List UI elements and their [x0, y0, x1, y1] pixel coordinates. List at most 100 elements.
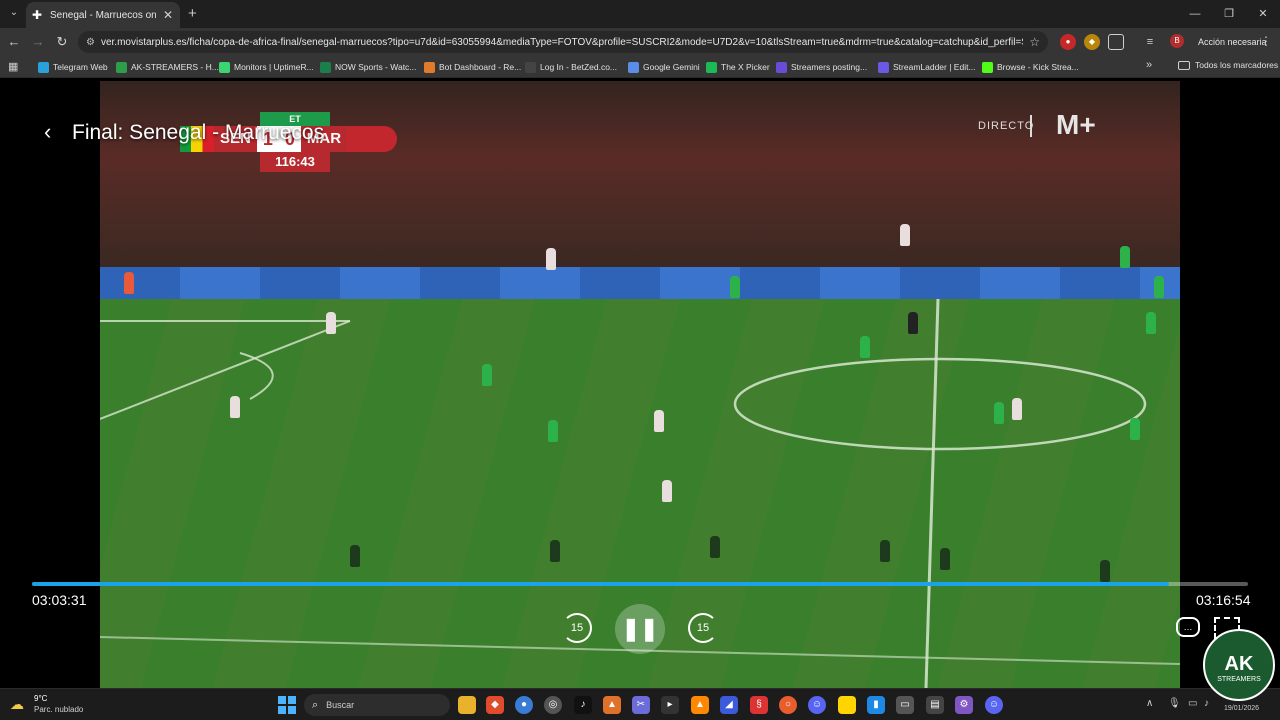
forward-icon[interactable]: →	[30, 34, 46, 50]
obs-icon[interactable]: ◎	[544, 696, 562, 714]
skip-back-15-button[interactable]: 15	[562, 613, 592, 643]
bookmark-item[interactable]: Bot Dashboard - Re...	[424, 60, 521, 74]
extension-adblock-icon[interactable]: ●	[1060, 34, 1076, 50]
video-frame: ET SEN 1 0 MAR 116:43	[100, 81, 1180, 688]
microphone-icon[interactable]: 🎙	[1168, 698, 1181, 709]
bookmark-favicon-icon	[424, 61, 435, 73]
app-icon-4[interactable]: ○	[779, 696, 797, 714]
bookmark-item[interactable]: Log In - BetZed.co...	[525, 60, 617, 74]
bookmark-star-icon[interactable]: ☆	[1029, 35, 1040, 49]
progress-bar[interactable]	[32, 582, 1248, 586]
url-text: ver.movistarplus.es/ficha/copa-de-africa…	[100, 36, 1024, 48]
morocco-flag-icon	[347, 126, 398, 152]
bookmark-item[interactable]: Monitors | UptimeR...	[219, 60, 314, 74]
discord-icon[interactable]: ☺	[808, 696, 826, 714]
bookmark-favicon-icon	[320, 61, 331, 73]
browser-tab-active[interactable]: ✚ Senegal - Marruecos online - M ✕	[26, 2, 180, 28]
tab-search-icon[interactable]: ⌄	[6, 5, 22, 21]
bookmark-item[interactable]: Browse - Kick Strea...	[982, 60, 1079, 74]
current-time: 03:03:31	[32, 592, 87, 608]
screen: ⌄ ✚ Senegal - Marruecos online - M ✕ + —…	[0, 0, 1280, 720]
tiktok-icon[interactable]: ♪	[574, 696, 592, 714]
reload-icon[interactable]: ↻	[54, 34, 70, 50]
vlc-icon[interactable]: ▲	[691, 696, 709, 714]
ak-streamers-watermark: AK STREAMERS	[1203, 629, 1275, 701]
player-figure	[550, 540, 560, 562]
more-bookmarks-icon[interactable]: »	[1146, 59, 1152, 71]
menu-kebab-icon[interactable]: ⋮	[1260, 34, 1272, 48]
all-bookmarks-label: Todos los marcadores	[1195, 60, 1279, 70]
snipping-icon[interactable]: ✂	[632, 696, 650, 714]
restore-icon[interactable]: ❐	[1212, 0, 1246, 28]
player-figure	[662, 480, 672, 502]
back-icon[interactable]: ←	[6, 34, 22, 50]
video-player[interactable]: ET SEN 1 0 MAR 116:43 ‹ Final: Senegal -…	[0, 81, 1280, 688]
volume-icon[interactable]: ♪	[1204, 698, 1209, 709]
bookmark-favicon-icon	[628, 61, 639, 73]
app-icon-3[interactable]: §	[750, 696, 768, 714]
tray-chevron-icon[interactable]: ∧	[1146, 698, 1153, 709]
terminal-icon[interactable]: ▸	[661, 696, 679, 714]
brave-icon[interactable]: ◆	[486, 696, 504, 714]
player-figure	[482, 364, 492, 386]
subtitles-icon[interactable]: …	[1176, 617, 1200, 637]
watermark-sub: STREAMERS	[1217, 676, 1261, 683]
skip-forward-15-button[interactable]: 15	[688, 613, 718, 643]
file-explorer-icon[interactable]	[458, 696, 476, 714]
site-info-icon[interactable]: ⚙	[86, 37, 95, 48]
bookmark-item[interactable]: StreamLadder | Edit...	[878, 60, 976, 74]
bookmark-item[interactable]: Streamers posting...	[776, 60, 867, 74]
tab-title: Senegal - Marruecos online - M	[50, 9, 156, 21]
apps-grid-icon[interactable]: ▦	[8, 60, 18, 73]
pause-button[interactable]: ❚❚	[615, 604, 665, 654]
chrome-icon[interactable]: ●	[515, 696, 533, 714]
bookmark-label: Bot Dashboard - Re...	[439, 62, 522, 72]
new-tab-icon[interactable]: +	[188, 6, 197, 21]
app-icon-7[interactable]: ▤	[926, 696, 944, 714]
profile-avatar[interactable]: B	[1170, 34, 1184, 48]
bookmark-label: The X Picker	[721, 62, 770, 72]
extension-icon[interactable]: ◆	[1084, 34, 1100, 50]
player-figure	[548, 420, 558, 442]
app-icon-8[interactable]: ⚙	[955, 696, 973, 714]
app-icon[interactable]: ▲	[603, 696, 621, 714]
player-figure	[654, 410, 664, 432]
windows-start-icon[interactable]	[278, 696, 296, 714]
bookmark-favicon-icon	[116, 61, 127, 73]
player-figure	[1120, 246, 1130, 268]
taskbar-search[interactable]: ⌕ Buscar	[304, 694, 450, 716]
weather-temperature: 9°C	[34, 694, 48, 703]
window-close-icon[interactable]: ✕	[1246, 0, 1280, 28]
media-control-icon[interactable]: ≡	[1142, 34, 1158, 50]
extensions-puzzle-icon[interactable]	[1108, 34, 1124, 50]
tab-close-icon[interactable]: ✕	[162, 8, 174, 22]
search-placeholder: Buscar	[326, 700, 355, 710]
weather-cloud-sun-icon[interactable]: ☁	[10, 696, 28, 714]
bookmark-item[interactable]: AK-STREAMERS - H...	[116, 60, 219, 74]
browser-toolbar: ← → ↻ ⚙ ver.movistarplus.es/ficha/copa-d…	[0, 28, 1280, 56]
app-icon-5[interactable]: ▮	[867, 696, 885, 714]
player-figure	[730, 276, 740, 298]
player-figure	[1012, 398, 1022, 420]
minimize-icon[interactable]: —	[1178, 0, 1212, 28]
network-icon[interactable]: ▭	[1188, 698, 1197, 709]
bookmark-item[interactable]: NOW Sports - Watc...	[320, 60, 416, 74]
player-back-icon[interactable]: ‹	[44, 121, 51, 143]
window-controls: — ❐ ✕	[1178, 0, 1280, 28]
sticky-notes-icon[interactable]	[838, 696, 856, 714]
app-icon-2[interactable]: ◢	[720, 696, 738, 714]
progress-fill	[32, 582, 1169, 586]
all-bookmarks-folder[interactable]: Todos los marcadores	[1178, 60, 1278, 70]
advertising-boards	[100, 267, 1180, 299]
player-figure	[1154, 276, 1164, 298]
app-icon-6[interactable]: ▭	[896, 696, 914, 714]
bookmark-item[interactable]: The X Picker	[706, 60, 770, 74]
discord-icon-2[interactable]: ☺	[985, 696, 1003, 714]
address-bar[interactable]: ⚙ ver.movistarplus.es/ficha/copa-de-afri…	[78, 31, 1048, 53]
bookmark-item[interactable]: Telegram Web	[38, 60, 108, 74]
bookmark-item[interactable]: Google Gemini	[628, 60, 700, 74]
player-figure	[1100, 560, 1110, 582]
video-title: Final: Senegal - Marruecos	[72, 121, 325, 144]
bookmark-label: AK-STREAMERS - H...	[131, 62, 219, 72]
bookmark-favicon-icon	[982, 61, 993, 73]
